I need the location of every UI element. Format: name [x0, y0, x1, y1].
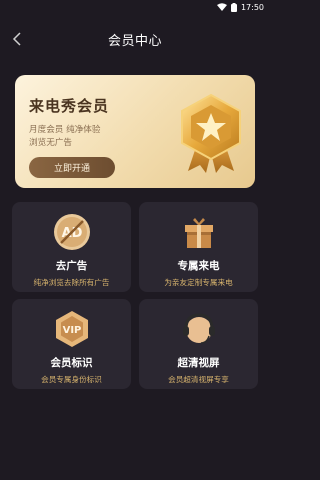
feature-subtitle: 会员专属身份标识: [41, 375, 102, 384]
feature-title: 去广告: [55, 260, 88, 272]
chevron-left-icon: [12, 32, 21, 46]
feature-subtitle: 为亲友定制专属来电: [164, 278, 233, 287]
feature-subtitle: 纯净浏览去除所有广告: [33, 278, 110, 287]
headset-avatar-icon: [182, 313, 215, 344]
back-button[interactable]: [8, 30, 26, 48]
feature-grid: AD 去广告 纯净浏览去除所有广告 专属来电 为亲友定制专属来电 VIP 会员标…: [12, 202, 258, 389]
banner-desc-line2: 浏览无广告: [29, 138, 72, 148]
star-medal-icon: [181, 93, 241, 173]
feature-title: 会员标识: [50, 357, 93, 369]
open-membership-button[interactable]: 立即开通: [29, 157, 115, 178]
gift-box-icon: [184, 218, 213, 248]
membership-banner: 来电秀会员 月度会员 纯净体验 浏览无广告 立即开通: [15, 75, 255, 188]
feature-card-exclusive-ringtone[interactable]: 专属来电 为亲友定制专属来电: [139, 202, 258, 292]
svg-text:VIP: VIP: [62, 325, 81, 336]
no-ads-icon: AD: [53, 214, 90, 250]
battery-icon: [230, 2, 237, 12]
page-title: 会员中心: [107, 33, 162, 49]
feature-card-hd-video[interactable]: 超清视屏 会员超清视屏专享: [139, 299, 258, 389]
banner-title: 来电秀会员: [29, 97, 110, 115]
feature-card-member-badge[interactable]: VIP 会员标识 会员专属身份标识: [12, 299, 131, 389]
feature-subtitle: 会员超清视屏专享: [168, 375, 229, 384]
banner-description: 月度会员 纯净体验 浏览无广告: [29, 124, 149, 150]
wifi-icon: [216, 3, 227, 11]
feature-card-no-ads[interactable]: AD 去广告 纯净浏览去除所有广告: [12, 202, 131, 292]
banner-desc-line1: 月度会员 纯净体验: [29, 125, 101, 135]
feature-title: 超清视屏: [177, 357, 220, 369]
vip-badge-icon: VIP: [55, 311, 88, 347]
status-time: 17:50: [240, 2, 264, 12]
feature-title: 专属来电: [177, 260, 220, 272]
nav-bar: 会员中心: [0, 14, 270, 64]
status-bar: 17:50: [0, 0, 270, 14]
